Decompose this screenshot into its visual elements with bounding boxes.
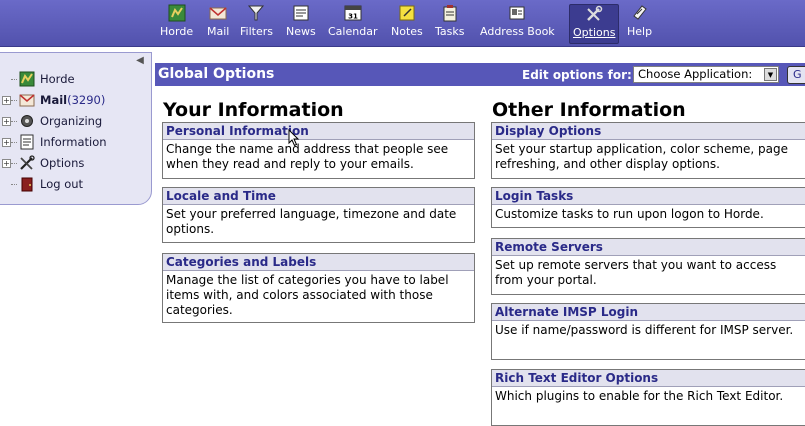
information-icon [20,134,34,150]
help-icon [632,5,647,20]
sidebar-item-label: Organizing [40,114,103,128]
sidebar-item-label: Horde [40,72,75,86]
filter-icon [248,5,265,21]
sidebar-item-organizing[interactable]: + Organizing [2,112,102,130]
nav-address-book[interactable]: Address Book [480,4,555,44]
nav-options[interactable]: Options [569,4,620,44]
application-select[interactable]: Choose Application: ▼ [633,66,779,83]
nav-label: Calendar [328,25,378,38]
chevron-down-icon[interactable]: ▼ [764,68,777,81]
option-title-link[interactable]: Rich Text Editor Options [492,370,805,387]
option-categories-and-labels: Categories and Labels Manage the list of… [162,253,475,323]
option-description: Which plugins to enable for the Rich Tex… [495,389,784,403]
option-description: Set up remote servers that you want to a… [495,258,777,287]
option-title-link[interactable]: Categories and Labels [163,254,474,271]
option-title-link[interactable]: Remote Servers [492,239,805,256]
option-remote-servers: Remote Servers Set up remote servers tha… [491,238,805,295]
nav-label: Notes [391,25,423,38]
mouse-cursor-icon [288,129,300,147]
nav-label: Help [627,25,653,38]
nav-label: Horde [160,25,194,38]
address-book-icon [509,6,525,20]
top-navigation-bar: Horde Mail Filters News 31 Calendar Note… [0,0,805,47]
sidebar-item-label: Mail [40,93,68,107]
application-select-value: Choose Application: [638,67,753,81]
sidebar-item-information[interactable]: + Information [2,133,107,151]
sidebar-item-mail[interactable]: + Mail (3290) [2,91,105,109]
expand-icon[interactable]: + [2,137,11,147]
go-button[interactable]: G [787,66,805,84]
tree-line [11,120,17,122]
tree-line [11,78,17,80]
sidebar-item-log-out[interactable]: Log out [2,175,83,193]
calendar-day: 31 [348,13,358,21]
option-title-link[interactable]: Personal Information [163,123,474,140]
other-information-title: Other Information [492,99,686,121]
option-description: Manage the list of categories you have t… [166,273,449,317]
sidebar-item-label: Log out [40,177,84,191]
nav-tasks[interactable]: Tasks [435,4,464,44]
nav-label: News [286,25,316,38]
option-personal-information: Personal Information Change the name and… [162,122,475,179]
nav-horde[interactable]: Horde [160,4,193,44]
sidebar-item-label: Information [40,135,107,149]
options-header: Global Options Edit options for: Choose … [155,63,805,86]
option-description: Set your preferred language, timezone an… [166,207,457,236]
option-login-tasks: Login Tasks Customize tasks to run upon … [491,187,805,228]
expand-icon[interactable]: + [2,95,11,105]
option-alternate-imsp-login: Alternate IMSP Login Use if name/passwor… [491,303,805,360]
nav-label: Filters [240,25,273,38]
nav-filters[interactable]: Filters [240,4,273,44]
nav-label: Mail [207,25,230,38]
option-locale-and-time: Locale and Time Set your preferred langu… [162,187,475,243]
option-display-options: Display Options Set your startup applica… [491,122,805,179]
nav-mail[interactable]: Mail [207,4,229,44]
tree-line [11,183,17,185]
option-title-link[interactable]: Login Tasks [492,188,805,205]
horde-icon [19,71,35,87]
options-icon [587,5,603,21]
organizing-icon [21,115,33,127]
page-title: Global Options [158,66,275,82]
option-description: Change the name and address that people … [166,142,449,171]
tree-line [11,141,17,143]
expand-icon[interactable]: + [2,116,11,126]
option-description: Customize tasks to run upon logon to Hor… [495,207,764,221]
mail-icon [209,7,227,20]
nav-notes[interactable]: Notes [391,4,423,44]
calendar-icon: 31 [344,5,362,21]
tree-line [11,162,17,164]
nav-label: Options [573,26,616,39]
option-description: Set your startup application, color sche… [495,142,788,171]
sidebar-item-label: Options [40,156,85,170]
nav-calendar[interactable]: 31 Calendar [328,4,377,44]
notes-icon [399,5,415,21]
option-title-link[interactable]: Locale and Time [163,188,474,205]
logout-icon [21,177,33,192]
tasks-icon [443,5,457,22]
option-description: Use if name/password is different for IM… [495,323,794,337]
sidebar-collapse-icon[interactable]: ◀ [133,55,147,67]
tree-line [11,99,17,101]
sidebar-item-horde[interactable]: Horde [2,70,75,88]
edit-options-label: Edit options for: [522,68,632,82]
news-icon [293,5,309,21]
options-icon [20,155,35,170]
option-title-link[interactable]: Display Options [492,123,805,140]
option-title-link[interactable]: Alternate IMSP Login [492,304,805,321]
expand-icon[interactable]: + [2,158,11,168]
sidebar-item-options[interactable]: + Options [2,154,84,172]
mail-count: (3290) [67,93,106,107]
nav-label: Address Book [480,25,555,38]
mail-icon [19,94,35,107]
your-information-title: Your Information [163,99,344,121]
horde-icon [168,4,186,22]
nav-help[interactable]: Help [627,4,652,44]
nav-label: Tasks [435,25,465,38]
option-rich-text-editor: Rich Text Editor Options Which plugins t… [491,369,805,426]
nav-news[interactable]: News [286,4,316,44]
